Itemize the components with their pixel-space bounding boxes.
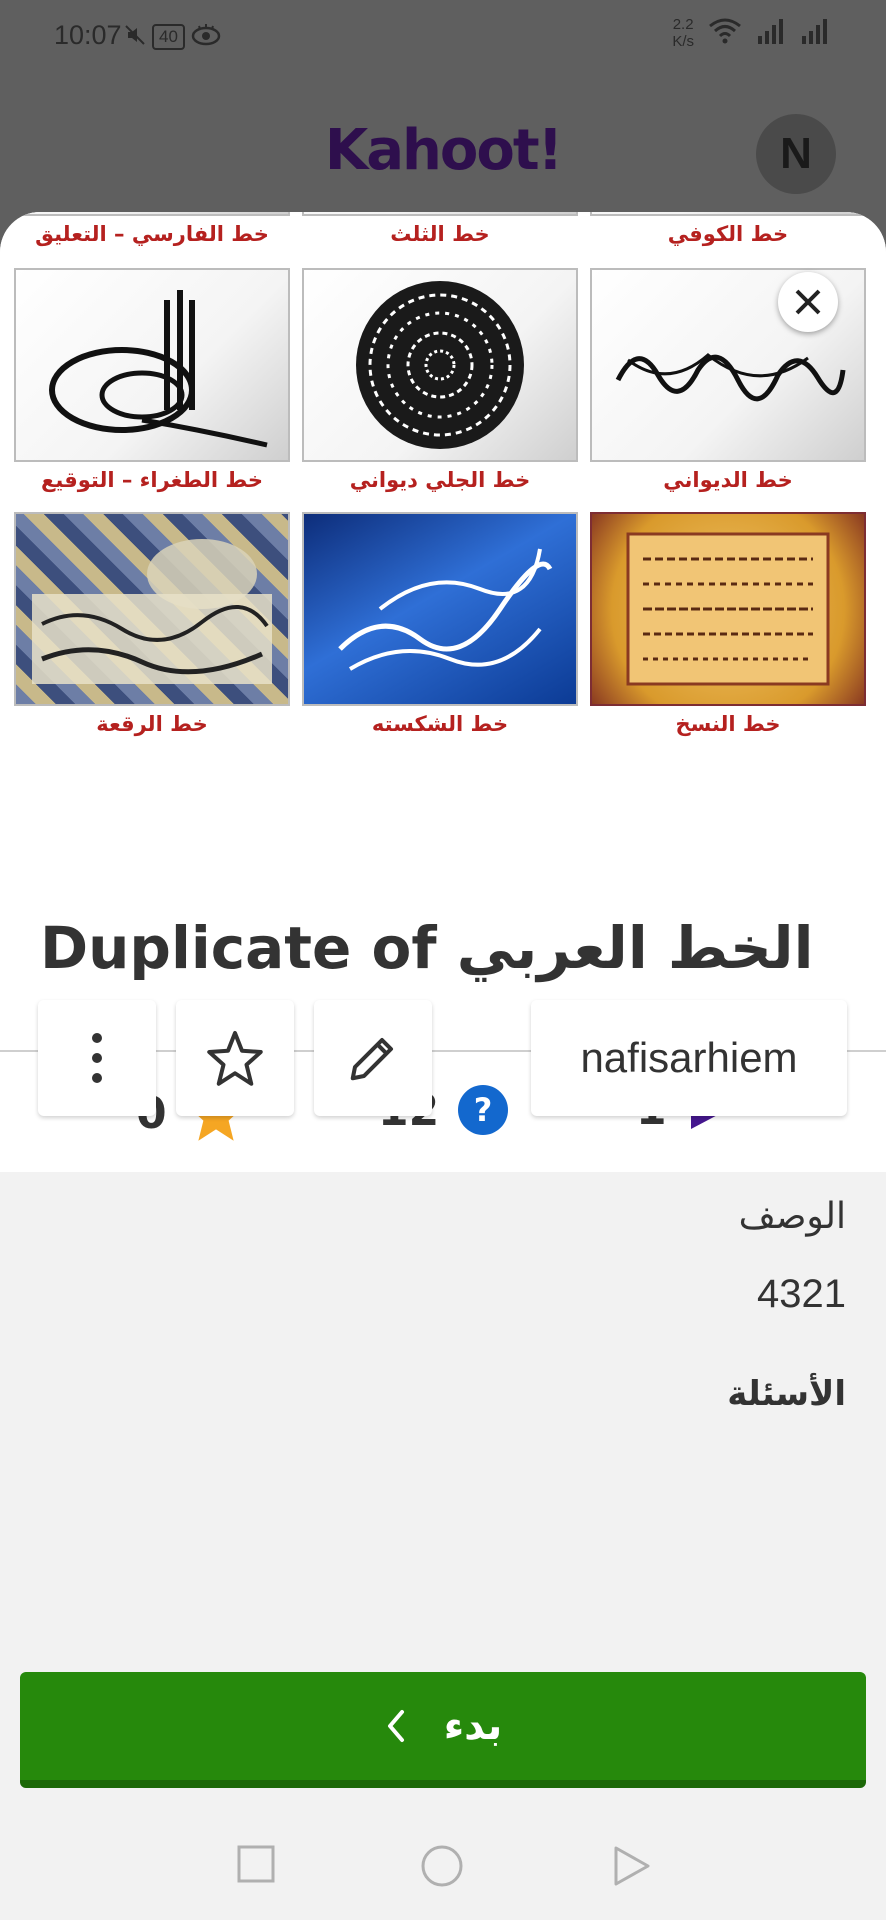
cover-cell: خط الكوفي: [590, 212, 866, 246]
cover-cell: خط الجلي ديواني: [302, 268, 578, 492]
calligraphy-image: [14, 212, 290, 216]
kahoot-logo: Kahoot!: [324, 118, 563, 183]
calligraphy-image: [590, 212, 866, 216]
cover-caption: خط النسخ: [675, 712, 781, 736]
svg-text:?: ?: [474, 1091, 493, 1129]
system-nav-bar: [0, 1840, 886, 1918]
kahoot-title: Duplicate of الخط العربي: [40, 914, 814, 982]
square-icon: [237, 1845, 275, 1883]
signal-icon-1: [756, 18, 786, 48]
cover-caption: خط الديواني: [663, 468, 793, 492]
cover-cell: خط الطغراء – التوقيع: [14, 268, 290, 492]
status-time: 10:07: [54, 20, 122, 50]
calligraphy-image: [302, 212, 578, 216]
favorite-button[interactable]: [176, 1000, 294, 1116]
description-value: 4321: [757, 1272, 846, 1316]
jali-diwani-image: [302, 268, 578, 462]
question-icon: ?: [458, 1085, 509, 1135]
wifi-icon: [708, 17, 742, 49]
speed-value: 2.2: [672, 16, 694, 33]
questions-label: الأسئلة: [727, 1374, 846, 1414]
cover-caption: خط الجلي ديواني: [349, 468, 531, 492]
eye-icon: [191, 24, 221, 50]
ruqah-image: [14, 512, 290, 706]
cover-caption: خط الطغراء – التوقيع: [41, 468, 263, 492]
start-button[interactable]: بدء: [20, 1672, 866, 1788]
home-button[interactable]: [420, 1844, 464, 1892]
cover-cell: خط الثلث: [302, 212, 578, 246]
start-label: بدء: [443, 1703, 503, 1749]
cover-image: خط الفارسي – التعليق خط الثلث خط الكوفي: [0, 212, 886, 804]
cover-cell: خط النسخ: [590, 512, 866, 736]
description-label: الوصف: [738, 1196, 846, 1237]
pencil-icon: [350, 1037, 394, 1081]
battery-indicator: 40: [152, 24, 185, 50]
close-button[interactable]: [778, 272, 838, 332]
triangle-back-icon: [614, 1846, 650, 1886]
chevron-left-icon: [387, 1710, 404, 1742]
recents-button[interactable]: [236, 1844, 276, 1888]
naskh-image: [590, 512, 866, 706]
cover-caption: خط الكوفي: [667, 222, 789, 246]
signal-icon-2: [800, 18, 830, 48]
cover-caption: خط الفارسي – التعليق: [35, 222, 269, 246]
status-bar: 10:07 40 2.2 K/s: [0, 0, 886, 76]
cover-caption: خط الرقعة: [96, 712, 208, 736]
cover-cell: خط الشكسته: [302, 512, 578, 736]
cover-cell: خط الرقعة: [14, 512, 290, 736]
shikasteh-image: [302, 512, 578, 706]
circle-icon: [421, 1845, 463, 1887]
tughra-image: [14, 268, 290, 462]
network-speed: 2.2 K/s: [672, 16, 694, 50]
cover-caption: خط الشكسته: [371, 712, 509, 736]
cover-cell: خط الفارسي – التعليق: [14, 212, 290, 246]
avatar[interactable]: N: [756, 114, 836, 194]
app-header: Kahoot! N: [0, 96, 886, 216]
back-button[interactable]: [612, 1844, 652, 1892]
edit-button[interactable]: [314, 1000, 432, 1116]
star-outline-icon: [207, 1031, 263, 1086]
author-button[interactable]: nafisarhiem: [531, 1000, 847, 1116]
cover-caption: خط الثلث: [390, 222, 490, 246]
more-vertical-icon: [92, 1033, 102, 1083]
more-options-button[interactable]: [38, 1000, 156, 1116]
close-icon: [795, 289, 821, 315]
speed-unit: K/s: [672, 33, 694, 50]
mute-icon: [124, 24, 146, 50]
